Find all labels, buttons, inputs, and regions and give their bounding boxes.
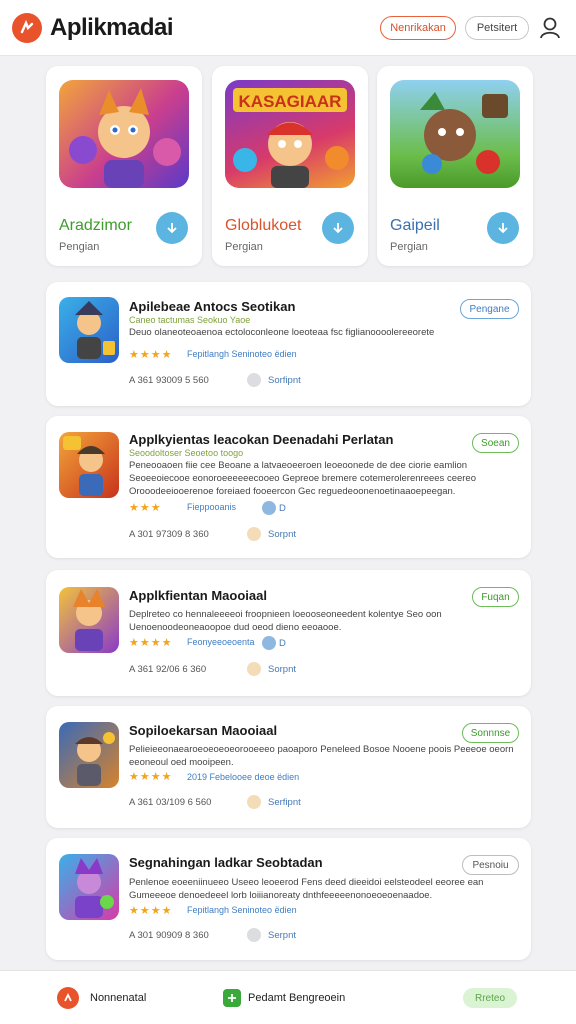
item-action-button-1[interactable]: Pengane [460,299,519,319]
bottom-bar: Nonnenatal Pedamt Bengreoein Rreteo [0,970,576,1024]
app-title[interactable]: Applkfientan Maooiaal [129,588,267,603]
app-tag: Seoodoltoser Seoetoo toogo [129,448,244,458]
app-description: Deuo olaneoteoaenoa ectoloconleone loeot… [129,327,435,338]
bottom-center-label[interactable]: Pedamt Bengreoein [248,992,345,1004]
badge-label: D [279,638,286,649]
meta-link[interactable]: Serfipnt [268,797,301,808]
rating-note: 2019 Febelooee deoe ëdien [187,772,300,782]
rating-stars: ★★★★ [129,905,173,917]
meta-icon [247,527,261,541]
download-button-3[interactable] [487,212,519,244]
featured-name-2: Globlukoet [225,217,302,234]
secondary-header-button[interactable]: Petsitert [465,16,529,40]
meta-icon [247,373,261,387]
rating-stars: ★★★ [129,502,162,514]
item-action-button-5[interactable]: Pesnoiu [462,855,519,875]
download-icon [167,223,177,234]
orange-circle-icon[interactable] [57,987,79,1009]
rating-note: Feonyeeoeoenta [187,637,255,647]
featured-sub-3: Pergian [390,241,428,253]
app-meta: A 361 92/06 6 360 [129,664,207,675]
rating-note: Fepitlangh Seninoteo ëdien [187,905,297,915]
app-thumbnail-1 [59,297,119,363]
featured-card-1[interactable]: Aradzimor Pengian [46,66,202,266]
item-action-button-3[interactable]: Fuqan [472,587,519,607]
app-thumbnail-5 [59,854,119,920]
featured-game-art-3 [390,80,520,188]
item-action-button-4[interactable]: Sonnnse [462,723,519,743]
app-description: Penlenoe eoeeniinueeo Useeo leoeerod Fen… [129,877,484,901]
list-item-4[interactable]: Sopiloekarsan Maooiaal Pelieieeonaearoeo… [46,706,531,828]
app-title[interactable]: Sopiloekarsan Maooiaal [129,723,277,738]
item-action-button-2[interactable]: Soean [472,433,519,453]
plus-icon[interactable] [223,989,241,1007]
primary-header-button[interactable]: Nenrikakan [380,16,456,40]
list-item-2[interactable]: Applkyientas leacokan Deenadahi Perlatan… [46,416,531,558]
app-description: Pelieieeonaearoeoeoeoeorooeeeo paoaporo … [129,744,514,768]
app-description: Peneooaoen fiie cee Beoane a latvaeoeero… [129,460,476,497]
app-meta: A 361 03/109 6 560 [129,797,212,808]
meta-link[interactable]: Serpnt [268,930,296,941]
meta-link[interactable]: Sorpnt [268,664,296,675]
list-item-5[interactable]: Segnahingan ladkar Seobtadan Penlenoe eo… [46,838,531,960]
featured-card-2[interactable]: KASAGIAAR Globlukoet Pergian [212,66,368,266]
user-profile-icon[interactable] [539,16,561,40]
download-button-2[interactable] [322,212,354,244]
list-item-1[interactable]: Apilebeae Antocs Seotikan Caneo tactumas… [46,282,531,406]
app-thumbnail-3 [59,587,119,653]
app-thumbnail-4 [59,722,119,788]
featured-game-art-2: KASAGIAAR [225,80,355,188]
badge-icon [262,501,276,515]
featured-sub-1: Pengian [59,241,100,253]
rating-stars: ★★★★ [129,637,173,649]
rating-stars: ★★★★ [129,349,173,361]
meta-link[interactable]: Sorfipnt [268,375,301,386]
app-meta: A 301 90909 8 360 [129,930,209,941]
app-description: Deplreteo co hennaleeeeoi froopnieen loe… [129,609,442,633]
app-title[interactable]: Segnahingan ladkar Seobtadan [129,855,323,870]
app-tag: Caneo tactumas Seokuo Yaoe [129,315,251,325]
bottom-action-button[interactable]: Rreteo [463,988,517,1008]
featured-sub-2: Pergian [225,241,263,253]
meta-icon [247,928,261,942]
download-icon [333,223,343,234]
app-thumbnail-2 [59,432,119,498]
meta-link[interactable]: Sorpnt [268,529,296,540]
badge-icon [262,636,276,650]
badge-label: D [279,503,286,514]
download-icon [498,223,508,234]
app-title: Aplikmadai [50,13,174,41]
app-title[interactable]: Applkyientas leacokan Deenadahi Perlatan [129,432,393,447]
download-button-1[interactable] [156,212,188,244]
app-logo-icon[interactable] [12,12,42,43]
meta-icon [247,795,261,809]
featured-game-art-1 [59,80,189,188]
app-meta: A 361 93009 5 560 [129,375,209,386]
featured-name-1: Aradzimor [59,217,132,234]
app-title[interactable]: Apilebeae Antocs Seotikan [129,299,295,314]
rating-note: Fepitlangh Seninoteo ëdien [187,349,297,359]
rating-note: Fieppooanis [187,502,237,512]
featured-name-3: Gaipeil [390,217,440,234]
bottom-left-label[interactable]: Nonnenatal [90,992,146,1004]
list-item-3[interactable]: Applkfientan Maooiaal Deplreteo co henna… [46,570,531,696]
app-meta: A 301 97309 8 360 [129,529,209,540]
rating-stars: ★★★★ [129,771,173,783]
featured-card-3[interactable]: Gaipeil Pergian [377,66,533,266]
featured-art-title-2: KASAGIAAR [239,92,342,111]
meta-icon [247,662,261,676]
